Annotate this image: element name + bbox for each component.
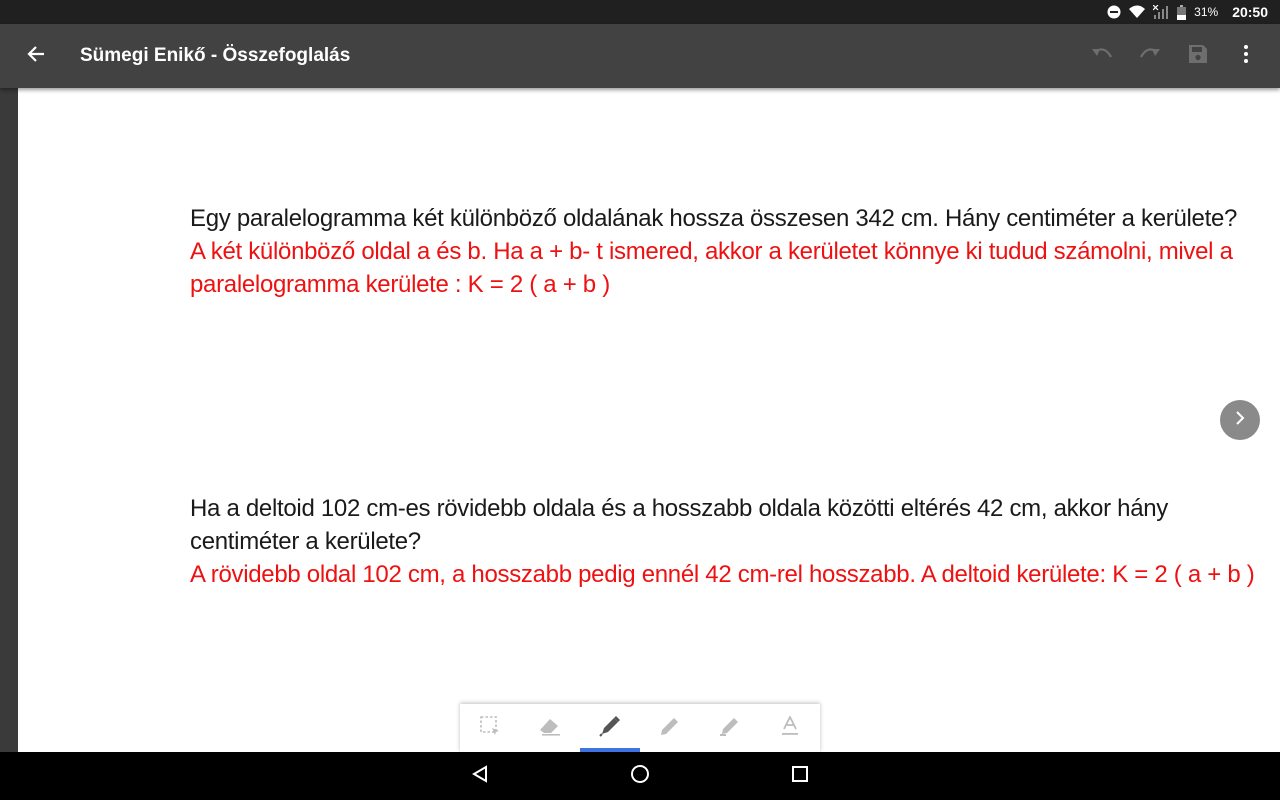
next-page-button[interactable] <box>1220 400 1260 440</box>
task-1-question: Egy paralelogramma két különböző oldalán… <box>190 205 1238 232</box>
highlighter-tool[interactable] <box>700 704 760 752</box>
pencil-icon <box>659 715 681 742</box>
more-vert-icon <box>1244 44 1248 68</box>
pencil-tool[interactable] <box>640 704 700 752</box>
back-arrow-icon <box>27 45 45 68</box>
system-nav-bar <box>0 752 1280 800</box>
app-bar: Sümegi Enikő - Összefoglalás <box>0 24 1280 88</box>
save-button[interactable] <box>1174 32 1222 80</box>
task-1-answer: A két különböző oldal a és b. Ha a + b- … <box>190 238 1233 298</box>
nav-recents-button[interactable] <box>720 752 880 800</box>
save-icon <box>1189 44 1207 68</box>
do-not-disturb-icon <box>1107 5 1121 19</box>
nav-back-button[interactable] <box>400 752 560 800</box>
chevron-right-icon <box>1235 410 1245 430</box>
eraser-icon <box>538 716 562 741</box>
pen-icon <box>599 715 621 742</box>
selection-icon <box>480 715 500 741</box>
eraser-tool[interactable] <box>520 704 580 752</box>
document-viewer[interactable]: Egy paralelogramma két különböző oldalán… <box>0 88 1280 752</box>
selection-tool[interactable] <box>460 704 520 752</box>
text-tool[interactable] <box>760 704 820 752</box>
nav-home-icon <box>630 764 650 789</box>
nav-recents-icon <box>792 765 808 787</box>
undo-icon <box>1091 47 1113 66</box>
wifi-icon <box>1129 5 1146 19</box>
signal-icon <box>1153 5 1169 19</box>
pen-tool[interactable] <box>580 704 640 752</box>
nav-home-button[interactable] <box>560 752 720 800</box>
task-2: Ha a deltoid 102 cm-es rövidebb oldala é… <box>190 492 1260 591</box>
back-button[interactable] <box>0 24 72 88</box>
more-options-button[interactable] <box>1222 32 1270 80</box>
app-actions <box>1078 32 1270 80</box>
task-1: Egy paralelogramma két különböző oldalán… <box>190 202 1260 301</box>
document-page[interactable]: Egy paralelogramma két különböző oldalán… <box>18 88 1280 752</box>
redo-icon <box>1139 47 1161 66</box>
battery-percent: 31% <box>1194 5 1219 19</box>
task-2-question: Ha a deltoid 102 cm-es rövidebb oldala é… <box>190 495 1169 555</box>
battery-icon <box>1177 4 1187 20</box>
status-bar: 31% 20:50 <box>0 0 1280 24</box>
undo-button[interactable] <box>1078 32 1126 80</box>
text-icon <box>781 714 799 741</box>
task-2-answer: A rövidebb oldal 102 cm, a hosszabb pedi… <box>190 561 1255 588</box>
redo-button[interactable] <box>1126 32 1174 80</box>
nav-back-icon <box>471 764 489 788</box>
highlighter-icon <box>719 715 741 742</box>
page-title: Sümegi Enikő - Összefoglalás <box>80 45 351 66</box>
clock: 20:50 <box>1232 4 1268 20</box>
drawing-toolbar <box>460 704 820 752</box>
